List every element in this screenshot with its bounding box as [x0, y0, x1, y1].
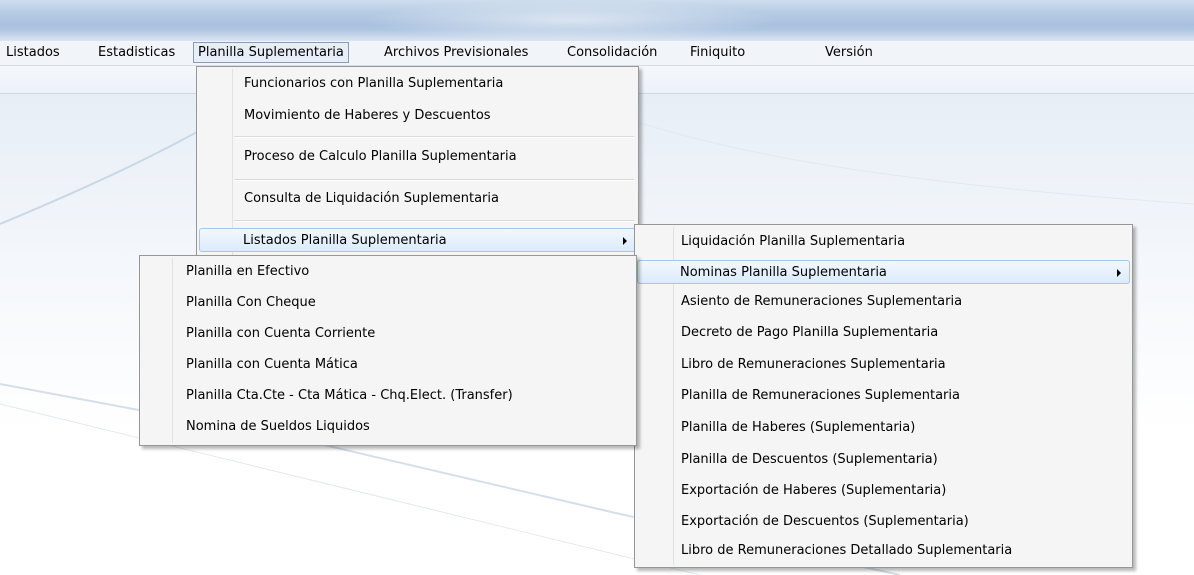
menu-version[interactable]: Versión: [821, 43, 877, 62]
menu-item-exportacion-haberes[interactable]: Exportación de Haberes (Suplementaria): [637, 479, 1130, 503]
menu-item-label: Liquidación Planilla Suplementaria: [681, 234, 906, 249]
menu-item-asiento[interactable]: Asiento de Remuneraciones Suplementaria: [637, 290, 1130, 314]
menu-item-exportacion-descuentos[interactable]: Exportación de Descuentos (Suplementaria…: [637, 510, 1130, 534]
nominas-planilla-submenu: Planilla en Efectivo Planilla Con Cheque…: [139, 255, 637, 446]
menu-item-label: Proceso de Calculo Planilla Suplementari…: [244, 149, 517, 164]
menu-item-nomina-sueldos[interactable]: Nomina de Sueldos Liquidos: [142, 415, 634, 439]
window-title-bar: [0, 0, 1194, 41]
menu-item-label: Planilla de Haberes (Suplementaria): [681, 420, 916, 435]
menu-item-label: Funcionarios con Planilla Suplementaria: [244, 76, 504, 91]
menu-item-libro[interactable]: Libro de Remuneraciones Suplementaria: [637, 353, 1130, 377]
menu-item-label: Exportación de Descuentos (Suplementaria…: [681, 514, 969, 529]
menu-item-planilla-haberes[interactable]: Planilla de Haberes (Suplementaria): [637, 416, 1130, 440]
menu-item-label: Consulta de Liquidación Suplementaria: [244, 191, 499, 206]
menu-item-movimiento[interactable]: Movimiento de Haberes y Descuentos: [199, 104, 636, 128]
menu-item-label: Asiento de Remuneraciones Suplementaria: [681, 294, 963, 309]
menu-consolidacion[interactable]: Consolidación: [563, 43, 661, 62]
menu-estadisticas[interactable]: Estadisticas: [94, 43, 179, 62]
menu-item-planilla-cuenta-matica[interactable]: Planilla con Cuenta Mática: [142, 353, 634, 377]
menu-item-decreto[interactable]: Decreto de Pago Planilla Suplementaria: [637, 321, 1130, 345]
menu-item-planilla-transfer[interactable]: Planilla Cta.Cte - Cta Mática - Chq.Elec…: [142, 384, 634, 408]
menu-separator: [234, 220, 634, 222]
menu-item-label: Exportación de Haberes (Suplementaria): [681, 483, 947, 498]
menu-item-listados-planilla[interactable]: Listados Planilla Suplementaria: [199, 228, 636, 252]
chevron-right-icon: [623, 237, 627, 245]
menu-item-label: Movimiento de Haberes y Descuentos: [244, 108, 491, 123]
menu-separator: [234, 136, 634, 138]
menu-item-liquidacion[interactable]: Liquidación Planilla Suplementaria: [637, 230, 1130, 254]
menu-item-label: Listados Planilla Suplementaria: [243, 233, 447, 248]
menu-archivos-previsionales[interactable]: Archivos Previsionales: [380, 43, 532, 62]
menu-item-label: Planilla Con Cheque: [186, 295, 316, 310]
menu-item-label: Planilla de Descuentos (Suplementaria): [681, 452, 938, 467]
listados-planilla-submenu: Liquidación Planilla Suplementaria Nomin…: [634, 224, 1133, 568]
menu-item-label: Decreto de Pago Planilla Suplementaria: [681, 325, 939, 340]
menu-separator: [234, 179, 634, 181]
menu-item-planilla-cheque[interactable]: Planilla Con Cheque: [142, 291, 634, 315]
menu-item-consulta-liquidacion[interactable]: Consulta de Liquidación Suplementaria: [199, 187, 636, 211]
menu-item-label: Planilla Cta.Cte - Cta Mática - Chq.Elec…: [186, 388, 513, 403]
menu-item-nominas[interactable]: Nominas Planilla Suplementaria: [637, 260, 1130, 284]
menu-listados[interactable]: Listados: [2, 43, 64, 62]
menu-finiquito[interactable]: Finiquito: [686, 43, 749, 62]
menu-item-planilla-cuenta-corriente[interactable]: Planilla con Cuenta Corriente: [142, 322, 634, 346]
planilla-suplementaria-menu: Funcionarios con Planilla Suplementaria …: [196, 66, 639, 258]
menu-item-label: Planilla de Remuneraciones Suplementaria: [681, 388, 960, 403]
menu-item-label: Nomina de Sueldos Liquidos: [186, 419, 370, 434]
menu-item-label: Nominas Planilla Suplementaria: [680, 265, 887, 280]
menu-item-label: Libro de Remuneraciones Detallado Suplem…: [681, 543, 1013, 558]
menu-item-funcionarios[interactable]: Funcionarios con Planilla Suplementaria: [199, 72, 636, 96]
title-bar-band: [0, 30, 1194, 41]
menu-item-label: Planilla en Efectivo: [186, 264, 310, 279]
menu-item-proceso-calculo[interactable]: Proceso de Calculo Planilla Suplementari…: [199, 145, 636, 169]
menu-item-planilla-efectivo[interactable]: Planilla en Efectivo: [142, 260, 634, 284]
menu-item-label: Planilla con Cuenta Mática: [186, 357, 358, 372]
chevron-right-icon: [1117, 269, 1121, 277]
menu-bar: Listados Estadisticas Planilla Suplement…: [0, 41, 1194, 66]
menu-item-planilla-remuneraciones[interactable]: Planilla de Remuneraciones Suplementaria: [637, 384, 1130, 408]
menu-item-libro-detallado[interactable]: Libro de Remuneraciones Detallado Suplem…: [637, 539, 1130, 563]
menu-planilla-suplementaria[interactable]: Planilla Suplementaria: [193, 42, 349, 63]
menu-item-planilla-descuentos[interactable]: Planilla de Descuentos (Suplementaria): [637, 448, 1130, 472]
menu-item-label: Planilla con Cuenta Corriente: [186, 326, 376, 341]
menu-item-label: Libro de Remuneraciones Suplementaria: [681, 357, 946, 372]
